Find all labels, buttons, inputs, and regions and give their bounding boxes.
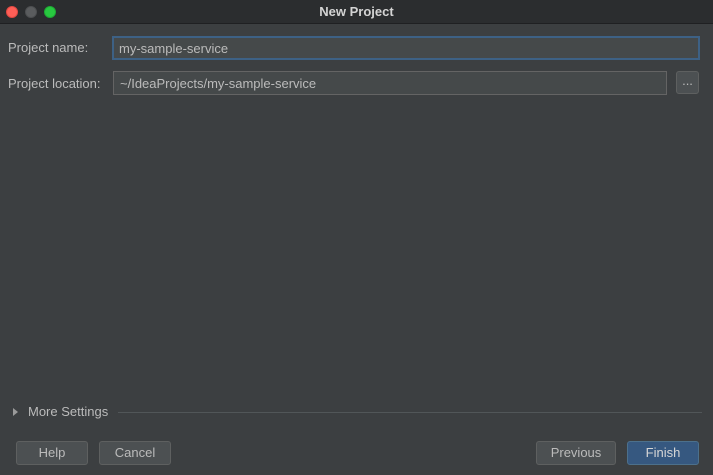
project-name-input[interactable]: [112, 36, 700, 60]
finish-button[interactable]: Finish: [627, 441, 699, 465]
expand-triangle-icon: [13, 408, 18, 416]
window-title: New Project: [319, 4, 394, 19]
project-name-label: Project name:: [8, 40, 89, 55]
previous-button[interactable]: Previous: [536, 441, 616, 465]
project-location-input[interactable]: [113, 71, 667, 95]
project-location-label: Project location:: [8, 76, 101, 91]
title-bar: New Project: [0, 0, 713, 24]
more-settings-separator: [118, 412, 702, 413]
new-project-dialog: New Project Project name: Project locati…: [0, 0, 713, 475]
cancel-button[interactable]: Cancel: [99, 441, 171, 465]
browse-location-button[interactable]: ...: [676, 71, 699, 94]
more-settings-label: More Settings: [28, 404, 109, 419]
help-button[interactable]: Help: [16, 441, 88, 465]
